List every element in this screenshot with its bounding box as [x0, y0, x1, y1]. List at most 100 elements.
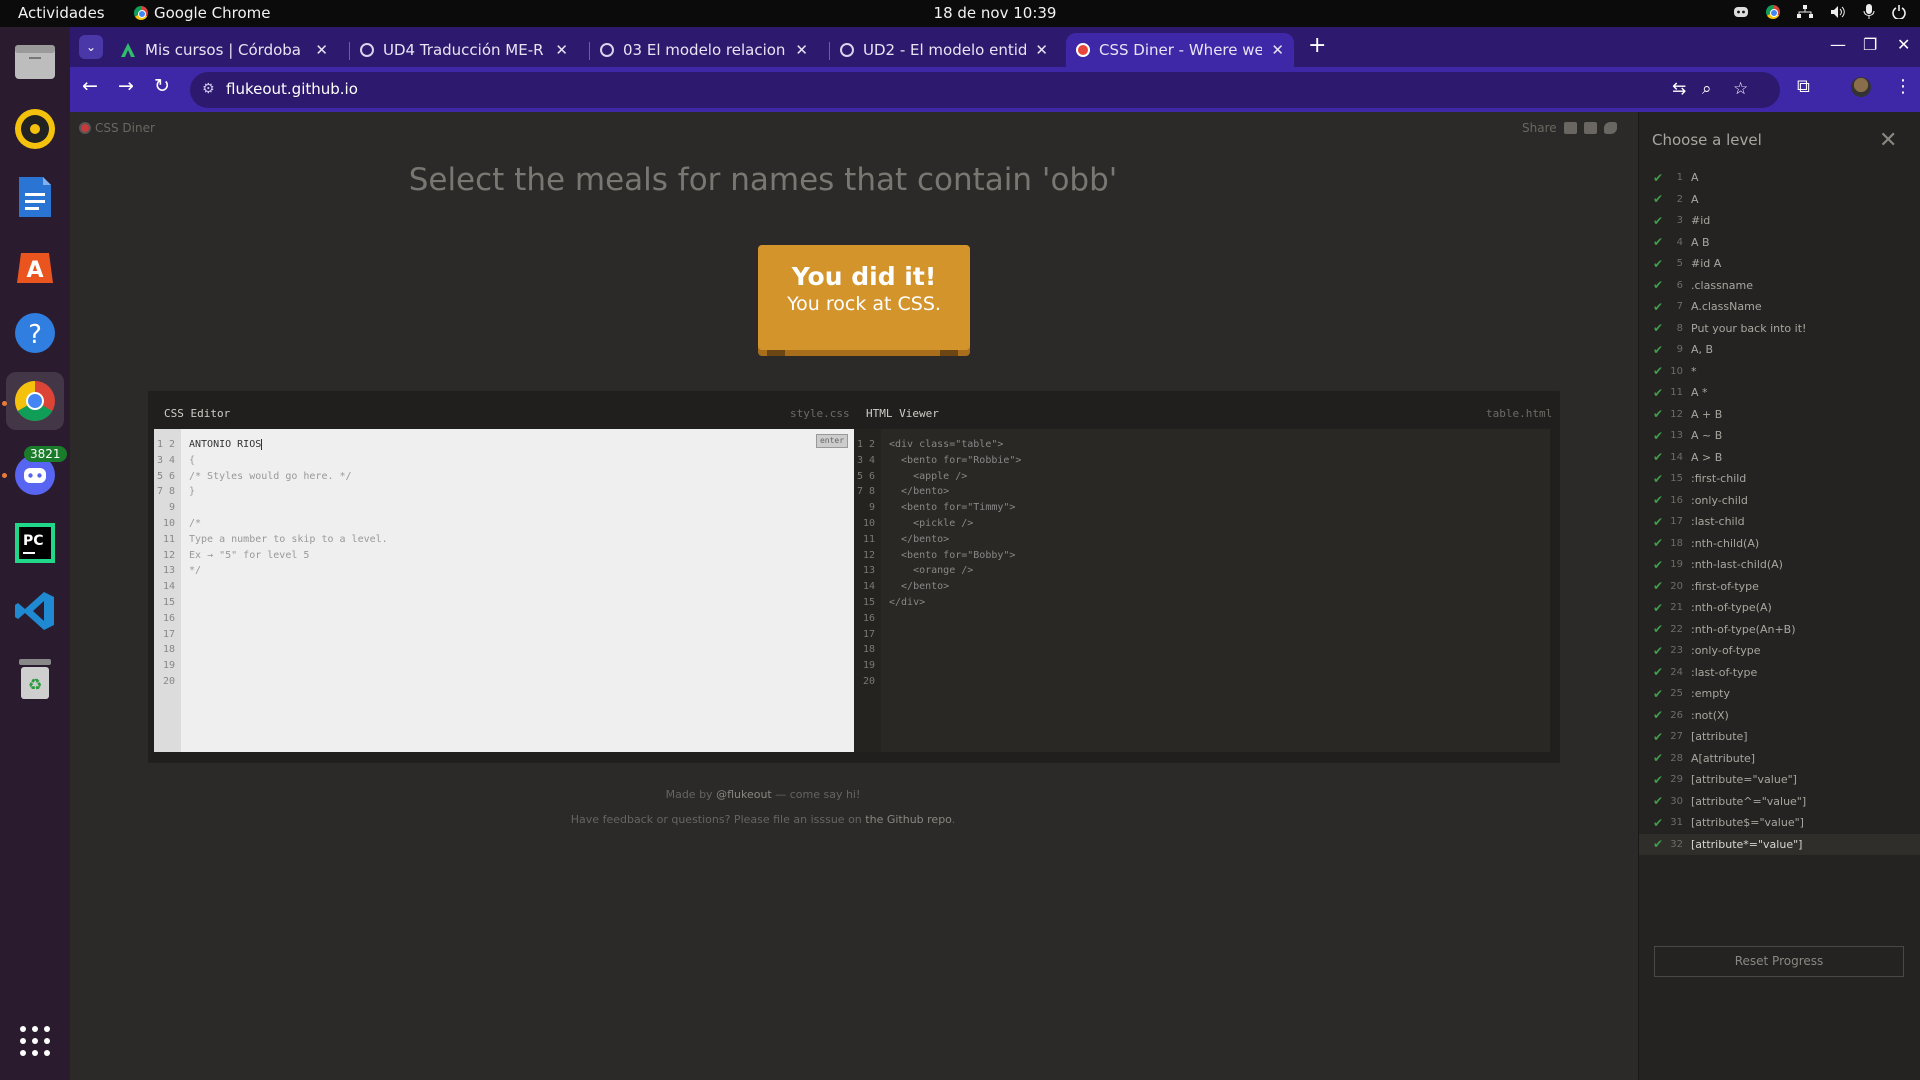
flukeout-link[interactable]: @flukeout	[716, 788, 772, 801]
level-item[interactable]: ✔ 10 *	[1639, 361, 1920, 382]
checkmark-icon: ✔	[1653, 751, 1664, 765]
close-icon[interactable]: ✕	[315, 41, 328, 59]
level-number: 2	[1676, 193, 1683, 205]
tab-css-diner[interactable]: CSS Diner - Where we fe ✕	[1066, 33, 1294, 67]
level-item[interactable]: ✔ 29 [attribute="value"]	[1639, 769, 1920, 790]
level-item[interactable]: ✔ 9 A, B	[1639, 339, 1920, 360]
zoom-icon[interactable]: ⌕	[1702, 79, 1712, 99]
level-name: A B	[1691, 235, 1710, 249]
site-info-icon[interactable]: ⚙	[202, 81, 215, 97]
help-icon[interactable]: ?	[11, 309, 59, 357]
level-item[interactable]: ✔ 12 A + B	[1639, 404, 1920, 425]
extensions-icon[interactable]: ⧉	[1797, 76, 1810, 97]
reset-progress-button[interactable]: Reset Progress	[1654, 946, 1904, 977]
tab-03-modelo-relacional[interactable]: 03 El modelo relacional.p ✕	[590, 33, 818, 67]
svg-text:PC: PC	[23, 533, 44, 549]
more-menu-icon[interactable]: ⋮	[1894, 76, 1912, 97]
level-item[interactable]: ✔ 5 #id A	[1639, 253, 1920, 274]
close-icon[interactable]: ✕	[555, 41, 568, 59]
vscode-icon[interactable]	[11, 587, 59, 635]
level-item[interactable]: ✔ 26:not(X)	[1639, 705, 1920, 726]
minimize-icon[interactable]: —	[1830, 35, 1846, 54]
globe-icon	[840, 43, 854, 57]
level-item[interactable]: ✔ 32 [attribute*="value"]	[1639, 833, 1920, 855]
level-item[interactable]: ✔ 11 A *	[1639, 382, 1920, 403]
level-item[interactable]: ✔ 7 A.className	[1639, 296, 1920, 317]
svg-text:?: ?	[28, 320, 42, 350]
twitter-icon[interactable]	[1603, 122, 1617, 134]
level-number: 7	[1676, 301, 1683, 312]
github-repo-link[interactable]: the Github repo	[865, 813, 951, 826]
level-item[interactable]: ✔ 18:nth-child(A)	[1639, 533, 1920, 554]
pycharm-icon[interactable]: PC	[11, 519, 59, 567]
level-item[interactable]: ✔ 15:first-child	[1639, 468, 1920, 489]
show-apps-icon[interactable]	[11, 1017, 59, 1065]
level-item[interactable]: ✔ 19:nth-last-child(A)	[1639, 554, 1920, 575]
level-item[interactable]: ✔ 31 [attribute$="value"]	[1639, 812, 1920, 833]
level-item[interactable]: ✔ 22:nth-of-type(An+B)	[1639, 619, 1920, 640]
address-bar[interactable]: ⚙ flukeout.github.io ⇆ ⌕ ☆	[190, 72, 1780, 108]
close-icon[interactable]: ✕	[1879, 128, 1897, 153]
chrome-dock-icon[interactable]	[6, 372, 64, 430]
level-item[interactable]: ✔ 13 A ~ B	[1639, 425, 1920, 446]
level-item[interactable]: ✔ 30 [attribute^="value"]	[1639, 791, 1920, 812]
email-icon[interactable]	[1563, 122, 1577, 134]
level-item[interactable]: ✔ 1 A	[1639, 167, 1920, 188]
level-item[interactable]: ✔ 20:first-of-type	[1639, 576, 1920, 597]
profile-avatar[interactable]	[1851, 77, 1871, 97]
level-item[interactable]: ✔ 25:empty	[1639, 683, 1920, 704]
restore-icon[interactable]: ❐	[1863, 35, 1877, 54]
reload-icon[interactable]: ↻	[154, 75, 170, 97]
level-item[interactable]: ✔ 27 [attribute]	[1639, 726, 1920, 747]
power-icon[interactable]	[1892, 4, 1906, 19]
level-item[interactable]: ✔ 14 A > B	[1639, 447, 1920, 468]
translate-icon[interactable]: ⇆	[1672, 79, 1686, 99]
level-item[interactable]: ✔ 24:last-of-type	[1639, 662, 1920, 683]
rhythmbox-icon[interactable]	[11, 105, 59, 153]
level-item[interactable]: ✔ 16:only-child	[1639, 490, 1920, 511]
close-icon[interactable]: ✕	[1271, 41, 1284, 59]
tab-ud4[interactable]: UD4 Traducción ME-R a M ✕	[350, 33, 578, 67]
chrome-tray-icon[interactable]	[1766, 4, 1780, 19]
volume-icon[interactable]	[1830, 5, 1846, 19]
level-item[interactable]: ✔ 28 A[attribute]	[1639, 748, 1920, 769]
level-item[interactable]: ✔ 4 A B	[1639, 232, 1920, 253]
level-name: :last-of-type	[1691, 665, 1758, 679]
tab-search-button[interactable]: ⌄	[79, 35, 103, 59]
css-code[interactable]: ANTONIO RIOS { /* Styles would go here. …	[189, 437, 388, 579]
clock[interactable]: 18 de nov 10:39	[0, 4, 1920, 22]
enter-button[interactable]: enter	[816, 434, 848, 448]
level-item[interactable]: ✔ 23:only-of-type	[1639, 640, 1920, 661]
level-item[interactable]: ✔ 17:last-child	[1639, 511, 1920, 532]
tab-ud2[interactable]: UD2 - El modelo entidad ✕	[830, 33, 1058, 67]
facebook-icon[interactable]	[1583, 122, 1597, 134]
css-input[interactable]: ANTONIO RIOS	[189, 439, 261, 450]
back-icon[interactable]: ←	[82, 75, 98, 97]
tab-title: 03 El modelo relacional.p	[623, 41, 786, 59]
level-item[interactable]: ✔ 6 .classname	[1639, 275, 1920, 296]
level-item[interactable]: ✔ 2 A	[1639, 189, 1920, 210]
system-tray[interactable]	[1733, 4, 1906, 19]
new-tab-button[interactable]: +	[1308, 33, 1326, 58]
forward-icon[interactable]: →	[118, 75, 134, 97]
libreoffice-writer-icon[interactable]	[11, 173, 59, 221]
css-editor[interactable]: 1 2 3 4 5 6 7 8 9 10 11 12 13 14 15 16 1…	[154, 429, 854, 752]
level-item[interactable]: ✔ 8 Put your back into it!	[1639, 318, 1920, 339]
css-diner-brand[interactable]: CSS Diner	[79, 121, 155, 135]
app-center-icon[interactable]: A	[11, 241, 59, 289]
files-icon[interactable]	[11, 37, 59, 85]
network-icon[interactable]	[1797, 4, 1813, 19]
level-item[interactable]: ✔ 3 #id	[1639, 210, 1920, 231]
window-close-icon[interactable]: ✕	[1897, 35, 1910, 54]
html-viewer[interactable]: 1 2 3 4 5 6 7 8 9 10 11 12 13 14 15 16 1…	[854, 429, 1550, 752]
close-icon[interactable]: ✕	[795, 41, 808, 59]
url-text[interactable]: flukeout.github.io	[226, 80, 358, 98]
close-icon[interactable]: ✕	[1035, 41, 1048, 59]
tab-mis-cursos[interactable]: Mis cursos | Córdoba ✕	[110, 33, 338, 67]
level-item[interactable]: ✔ 21:nth-of-type(A)	[1639, 597, 1920, 618]
discord-tray-icon[interactable]	[1733, 6, 1749, 18]
html-code[interactable]: <div class="table"> <bento for="Robbie">…	[889, 437, 1021, 611]
bookmark-star-icon[interactable]: ☆	[1733, 79, 1748, 99]
trash-icon[interactable]: ♻	[11, 655, 59, 703]
microphone-icon[interactable]	[1863, 4, 1875, 19]
